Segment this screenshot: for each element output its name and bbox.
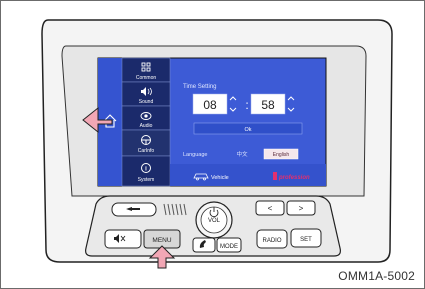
language-label: Language bbox=[183, 152, 207, 158]
minute-value: 58 bbox=[261, 98, 275, 112]
head-unit-illustration: Common Sound Audio CarInfo i System Time… bbox=[41, 19, 393, 269]
radio-label: RADIO bbox=[262, 238, 281, 244]
next-button[interactable]: > bbox=[286, 200, 316, 216]
language-option-english-label: English bbox=[273, 152, 290, 158]
volume-knob[interactable]: VOL bbox=[195, 201, 233, 239]
time-setting-title: Time Setting bbox=[183, 84, 216, 90]
ok-button[interactable]: Ok bbox=[193, 122, 303, 135]
sidebar-item-label: Sound bbox=[139, 99, 154, 105]
radio-button[interactable]: RADIO bbox=[256, 229, 288, 249]
sidebar-item-system[interactable]: i System bbox=[121, 155, 171, 187]
set-button[interactable]: SET bbox=[290, 228, 322, 248]
menu-label: MENU bbox=[152, 237, 171, 244]
sidebar-item-label: Common bbox=[136, 75, 157, 81]
sidebar-item-label: CarInfo bbox=[138, 148, 155, 154]
minute-field[interactable]: 58 bbox=[250, 93, 286, 115]
sidebar-item-label: System bbox=[138, 177, 155, 183]
mode-button[interactable]: MODE bbox=[216, 237, 242, 253]
hour-value: 08 bbox=[203, 98, 217, 112]
language-option-chinese[interactable]: 中文 bbox=[236, 150, 248, 158]
language-option-english[interactable]: English bbox=[263, 148, 299, 160]
svg-text:profession: profession bbox=[278, 175, 310, 181]
figure-code: OMM1A-5002 bbox=[338, 269, 415, 283]
time-separator: : bbox=[245, 98, 248, 112]
ok-button-label: Ok bbox=[244, 127, 251, 133]
vol-label: VOL bbox=[208, 218, 221, 224]
prev-button[interactable]: < bbox=[255, 200, 285, 216]
sidebar-item-sound[interactable]: Sound bbox=[121, 81, 171, 107]
vehicle-tab-label: Vehicle bbox=[211, 175, 229, 181]
prev-label: < bbox=[268, 204, 273, 213]
set-label: SET bbox=[300, 237, 312, 243]
next-label: > bbox=[299, 204, 304, 213]
hour-field[interactable]: 08 bbox=[192, 93, 228, 115]
back-button[interactable] bbox=[111, 202, 157, 217]
phone-button[interactable] bbox=[192, 237, 216, 253]
sidebar-item-label: Audio bbox=[140, 123, 153, 129]
sidebar-item-common[interactable]: Common bbox=[121, 57, 171, 83]
sidebar-item-carinfo[interactable]: CarInfo bbox=[121, 129, 171, 157]
mode-label: MODE bbox=[220, 244, 238, 250]
mute-button[interactable] bbox=[104, 229, 142, 249]
sidebar-item-audio[interactable]: Audio bbox=[121, 105, 171, 131]
